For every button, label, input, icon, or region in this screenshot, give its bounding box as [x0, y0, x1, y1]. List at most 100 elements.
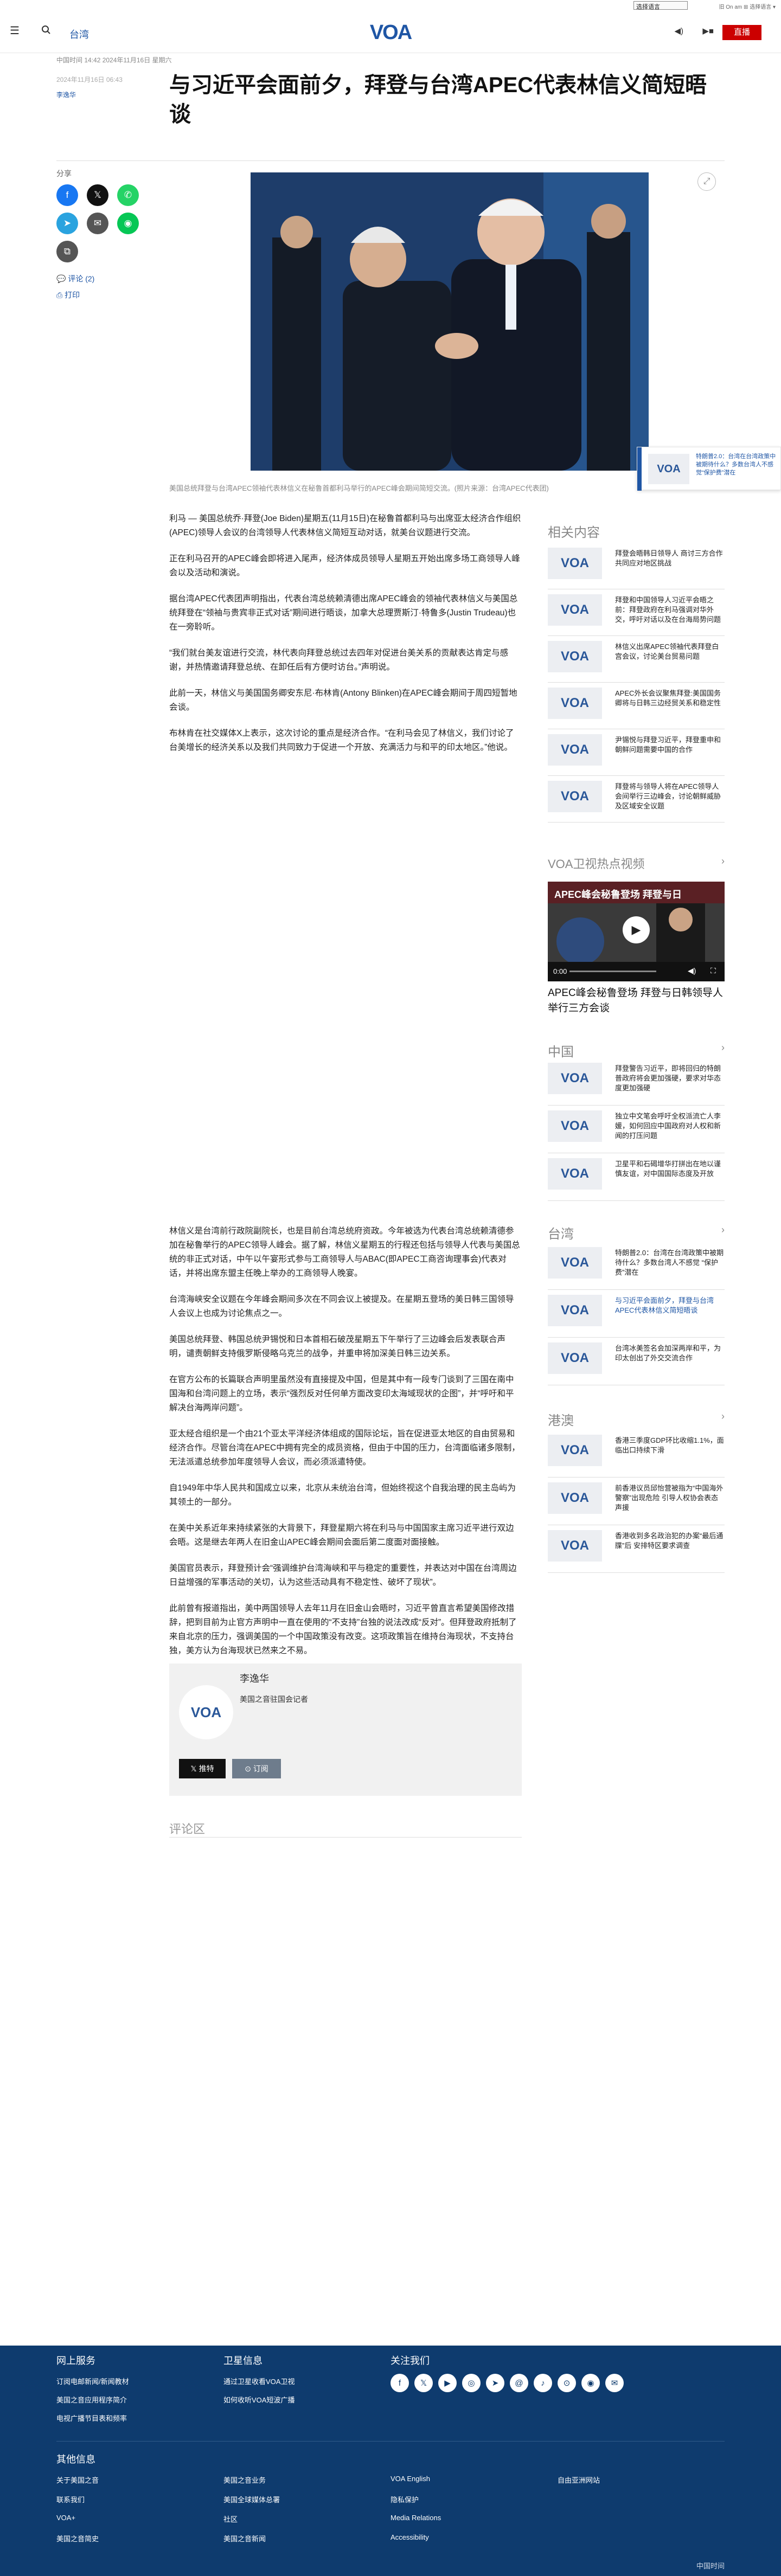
footer-link[interactable]: 美国之音业务 [223, 2475, 266, 2485]
footer-link[interactable]: 电视广播节目表和频率 [56, 2413, 127, 2423]
footer-link[interactable]: 美国之音应用程序简介 [56, 2394, 127, 2405]
story-thumbnail: VOA [548, 1295, 602, 1326]
article-paragraph: 在美中关系近年来持续紧张的大背景下，拜登星期六将在利马与中国国家主席习近平进行双… [169, 1524, 514, 1547]
volume-icon[interactable]: ◀) [688, 966, 696, 975]
footer-follow-heading: 关注我们 [390, 2355, 430, 2366]
facebook-share-icon[interactable]: f [56, 184, 78, 206]
sidebar-story[interactable]: VOA 拜登和中国领导人习近平会晤之前：拜登政府在利马强调对华外交，呼吁对话以及在… [548, 594, 725, 630]
search-icon[interactable] [41, 25, 51, 37]
top-links[interactable]: 旧 On am ⊞ 选择语言 ▾ [719, 2, 776, 10]
expand-icon[interactable]: ⤢ [697, 172, 716, 191]
language-select[interactable]: 选择语言 [633, 1, 688, 10]
menu-icon[interactable]: ☰ [10, 24, 20, 37]
divider [56, 160, 725, 161]
sidebar-story[interactable]: VOA 独立中文笔会呼吁全权派流亡人李媛，如何回应中国政府对人权和新闻的打压问题 [548, 1110, 725, 1146]
line-icon[interactable]: ◉ [581, 2374, 600, 2392]
sidebar-story[interactable]: VOA 特朗普2.0：台湾在台湾政策中被期待什么？多数台湾人不感觉 “保护费”潜在 [548, 1247, 725, 1283]
sidebar-divider [548, 1200, 725, 1201]
chevron-right-icon: › [721, 1042, 725, 1053]
sidebar-story[interactable]: VOA 林信义出席APEC领袖代表拜登白宫会议，讨论美台贸易问题 [548, 641, 725, 677]
article-photo[interactable] [251, 172, 649, 471]
sidebar-story[interactable]: VOA 香港三季度GDP环比收缩1.1%，面临出口持续下滑 [548, 1435, 725, 1470]
footer-link[interactable]: 自由亚洲网站 [558, 2475, 600, 2485]
article-paragraph: 美国官员表示，拜登预计会“强调维护台湾海峡和平与稳定的重要性，并表达对中国在台湾… [169, 1564, 517, 1587]
copy-link-icon[interactable]: ⧉ [56, 241, 78, 262]
sidebar-story[interactable]: VOA APEC外长会议聚焦拜登:美国国务卿将与日韩三边经贸关系和稳定性 [548, 688, 725, 723]
sidebar-story[interactable]: VOA 卫星平和石碣增华打拼出在地以谨慎友谊，对中国国际态度及开放 [548, 1158, 725, 1194]
taiwan-heading[interactable]: 台湾 › [548, 1223, 725, 1242]
footer-link[interactable]: VOA English [390, 2475, 430, 2483]
footer-link[interactable]: 如何收听VOA短波广播 [223, 2394, 295, 2405]
subscribe-button[interactable]: ⊙ 订阅 [232, 1759, 281, 1778]
sidebar-story[interactable]: VOA 拜登会晤韩日领导人 商讨三方合作 共同应对地区挑战 [548, 548, 725, 583]
fullscreen-icon[interactable]: ⛶ [710, 966, 716, 975]
podcast-icon[interactable]: ♪ [534, 2374, 552, 2392]
x-share-icon[interactable]: 𝕏 [87, 184, 108, 206]
story-thumbnail: VOA [548, 734, 602, 766]
article-paragraph: 正在利马召开的APEC峰会即将进入尾声，经济体成员领导人星期五开始出席多场工商领… [169, 554, 520, 577]
bio-name[interactable]: 李逸华 [240, 1671, 269, 1685]
footer-link[interactable]: VOA+ [56, 2514, 75, 2522]
footer-link[interactable]: Media Relations [390, 2514, 441, 2522]
audio-icon[interactable]: ◀) [674, 26, 683, 36]
story-thumbnail: VOA [548, 1530, 602, 1562]
article-paragraph: “我们就台美友谊进行交流，林代表向拜登总统过去四年对促进台美关系的贡献表达肯定与… [169, 648, 509, 672]
telegram-share-icon[interactable]: ➤ [56, 213, 78, 234]
section-link[interactable]: 台湾 [69, 27, 89, 41]
rss-icon[interactable]: ⊙ [558, 2374, 576, 2392]
china-heading[interactable]: 中国 › [548, 1041, 725, 1060]
x-icon[interactable]: 𝕏 [414, 2374, 433, 2392]
footer-other-heading: 其他信息 [56, 2454, 95, 2465]
sidebar-story[interactable]: VOA 拜登将与领导人将在APEC领导人会间举行三边峰会，讨论朝鲜威胁及区域安全议… [548, 781, 725, 817]
email-icon[interactable]: ✉ [605, 2374, 624, 2392]
footer-link[interactable]: Accessibility [390, 2533, 429, 2541]
instagram-icon[interactable]: ◎ [462, 2374, 481, 2392]
article-author[interactable]: 李逸华 [56, 90, 76, 99]
footer-link[interactable]: 通过卫星收看VOA卫视 [223, 2376, 295, 2386]
footer-link[interactable]: 联系我们 [56, 2494, 85, 2504]
email-share-icon[interactable]: ✉ [87, 213, 108, 234]
footer-link[interactable]: 社区 [223, 2514, 238, 2524]
sidebar-story[interactable]: VOA 尹锡悦与拜登习近平，拜登重申和朝鲜问题需要中国的合作 [548, 734, 725, 770]
line-share-icon[interactable]: ◉ [117, 213, 139, 234]
chevron-right-icon: › [721, 1224, 725, 1235]
sidebar-story[interactable]: VOA 香港收到多名政治犯的办案“最后通牒”后 安排特区要求调查 [548, 1530, 725, 1566]
voa-logo[interactable]: VOA [363, 20, 418, 46]
sidebar-story[interactable]: VOA 前香港议员邱怡营被指为“中国海外警察”出现危险 引导人权协会表态声援 [548, 1482, 725, 1518]
threads-icon[interactable]: @ [510, 2374, 528, 2392]
floating-related-card[interactable]: VOA 特朗普2.0：台湾在台湾政策中被期待什么？多数台湾人不感觉“保护费”潜在 [637, 447, 781, 491]
article-paragraph: 美国总统拜登、韩国总统尹锡悦和日本首相石破茂星期五下午举行了三边峰会后发表联合声… [169, 1335, 506, 1358]
story-title: 拜登警告习近平，即将回归的特朗普政府将会更加强硬，要求对华态度更加强硬 [615, 1064, 721, 1092]
facebook-icon[interactable]: f [390, 2374, 409, 2392]
footer-satellite-heading: 卫星信息 [223, 2355, 263, 2366]
live-button[interactable]: 直播 [722, 25, 761, 40]
footer-link[interactable]: 美国之音简史 [56, 2533, 99, 2543]
video-icon[interactable]: ▶■ [702, 26, 714, 36]
footer-link[interactable]: 关于美国之音 [56, 2475, 99, 2485]
story-title: 林信义出席APEC领袖代表拜登白宫会议，讨论美台贸易问题 [615, 643, 719, 660]
hk-heading[interactable]: 港澳 › [548, 1410, 725, 1429]
story-thumbnail: VOA [548, 594, 602, 626]
print-link[interactable]: ⎙ 打印 [56, 290, 80, 300]
author-bio: 李逸华 VOA 美国之音驻国会记者 𝕏 推特 ⊙ 订阅 [169, 1663, 522, 1796]
top-strip: 选择语言 旧 On am ⊞ 选择语言 ▾ [0, 0, 781, 12]
sidebar-story[interactable]: VOA 与习近平会面前夕，拜登与台湾APEC代表林信义简短晤谈 [548, 1295, 725, 1331]
footer-link[interactable]: 美国全球媒体总署 [223, 2494, 280, 2504]
whatsapp-share-icon[interactable]: ✆ [117, 184, 139, 206]
footer-link[interactable]: 美国之音新闻 [223, 2533, 266, 2543]
footer-link[interactable]: 订阅电邮新闻/新闻教材 [56, 2376, 129, 2386]
sidebar-divider [548, 1289, 725, 1290]
telegram-icon[interactable]: ➤ [486, 2374, 504, 2392]
article-paragraph: 林信义是台湾前行政院副院长，也是目前台湾总统府资政。今年被选为代表台湾总统赖清德… [169, 1226, 520, 1278]
play-icon[interactable]: ▶ [623, 916, 650, 943]
follow-x-button[interactable]: 𝕏 推特 [179, 1759, 226, 1778]
youtube-icon[interactable]: ▶ [438, 2374, 457, 2392]
video-heading[interactable]: VOA卫视热点视频 › [548, 855, 725, 872]
footer-link[interactable]: 隐私保护 [390, 2494, 419, 2504]
video-title[interactable]: APEC峰会秘鲁登场 拜登与日韩领导人举行三方会谈 [548, 986, 725, 1016]
comments-link[interactable]: 💬 评论 (2) [56, 273, 94, 284]
video-player[interactable]: APEC峰会秘鲁登场 拜登与日 ▶ 0:00 ◀) ⛶ [548, 882, 725, 981]
timestamp-line: 中国时间 14:42 2024年11月16日 星期六 [56, 56, 172, 64]
sidebar-story[interactable]: VOA 台湾冰美签名会加深两岸和平，为印太创出了外交交流合作 [548, 1342, 725, 1378]
sidebar-story[interactable]: VOA 拜登警告习近平，即将回归的特朗普政府将会更加强硬，要求对华态度更加强硬 [548, 1063, 725, 1099]
